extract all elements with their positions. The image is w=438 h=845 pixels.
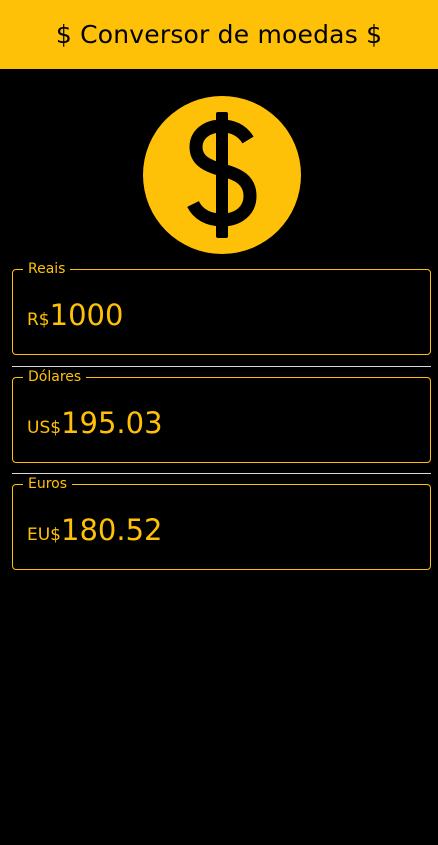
euros-value[interactable]: 180.52 — [61, 513, 162, 547]
dolares-label: Dólares — [23, 368, 87, 386]
reais-value[interactable]: 1000 — [50, 298, 124, 332]
reais-input[interactable]: R$ 1000 — [27, 298, 123, 332]
euros-field[interactable]: Euros EU$ 180.52 — [12, 475, 431, 570]
divider — [12, 366, 431, 367]
reais-prefix: R$ — [27, 310, 50, 330]
reais-field[interactable]: Reais R$ 1000 — [12, 260, 431, 355]
dollar-sign-icon — [187, 112, 257, 238]
euros-input[interactable]: EU$ 180.52 — [27, 513, 162, 547]
dolares-input[interactable]: US$ 195.03 — [27, 406, 163, 440]
euros-prefix: EU$ — [27, 525, 61, 545]
divider — [12, 473, 431, 474]
euros-label: Euros — [23, 475, 73, 493]
app-bar: $ Conversor de moedas $ — [0, 0, 438, 69]
dolares-prefix: US$ — [27, 418, 62, 438]
dollar-coin-icon — [143, 96, 301, 254]
reais-label: Reais — [23, 260, 71, 278]
dolares-field[interactable]: Dólares US$ 195.03 — [12, 368, 431, 463]
app-title: $ Conversor de moedas $ — [55, 20, 383, 49]
dolares-value[interactable]: 195.03 — [61, 406, 162, 440]
